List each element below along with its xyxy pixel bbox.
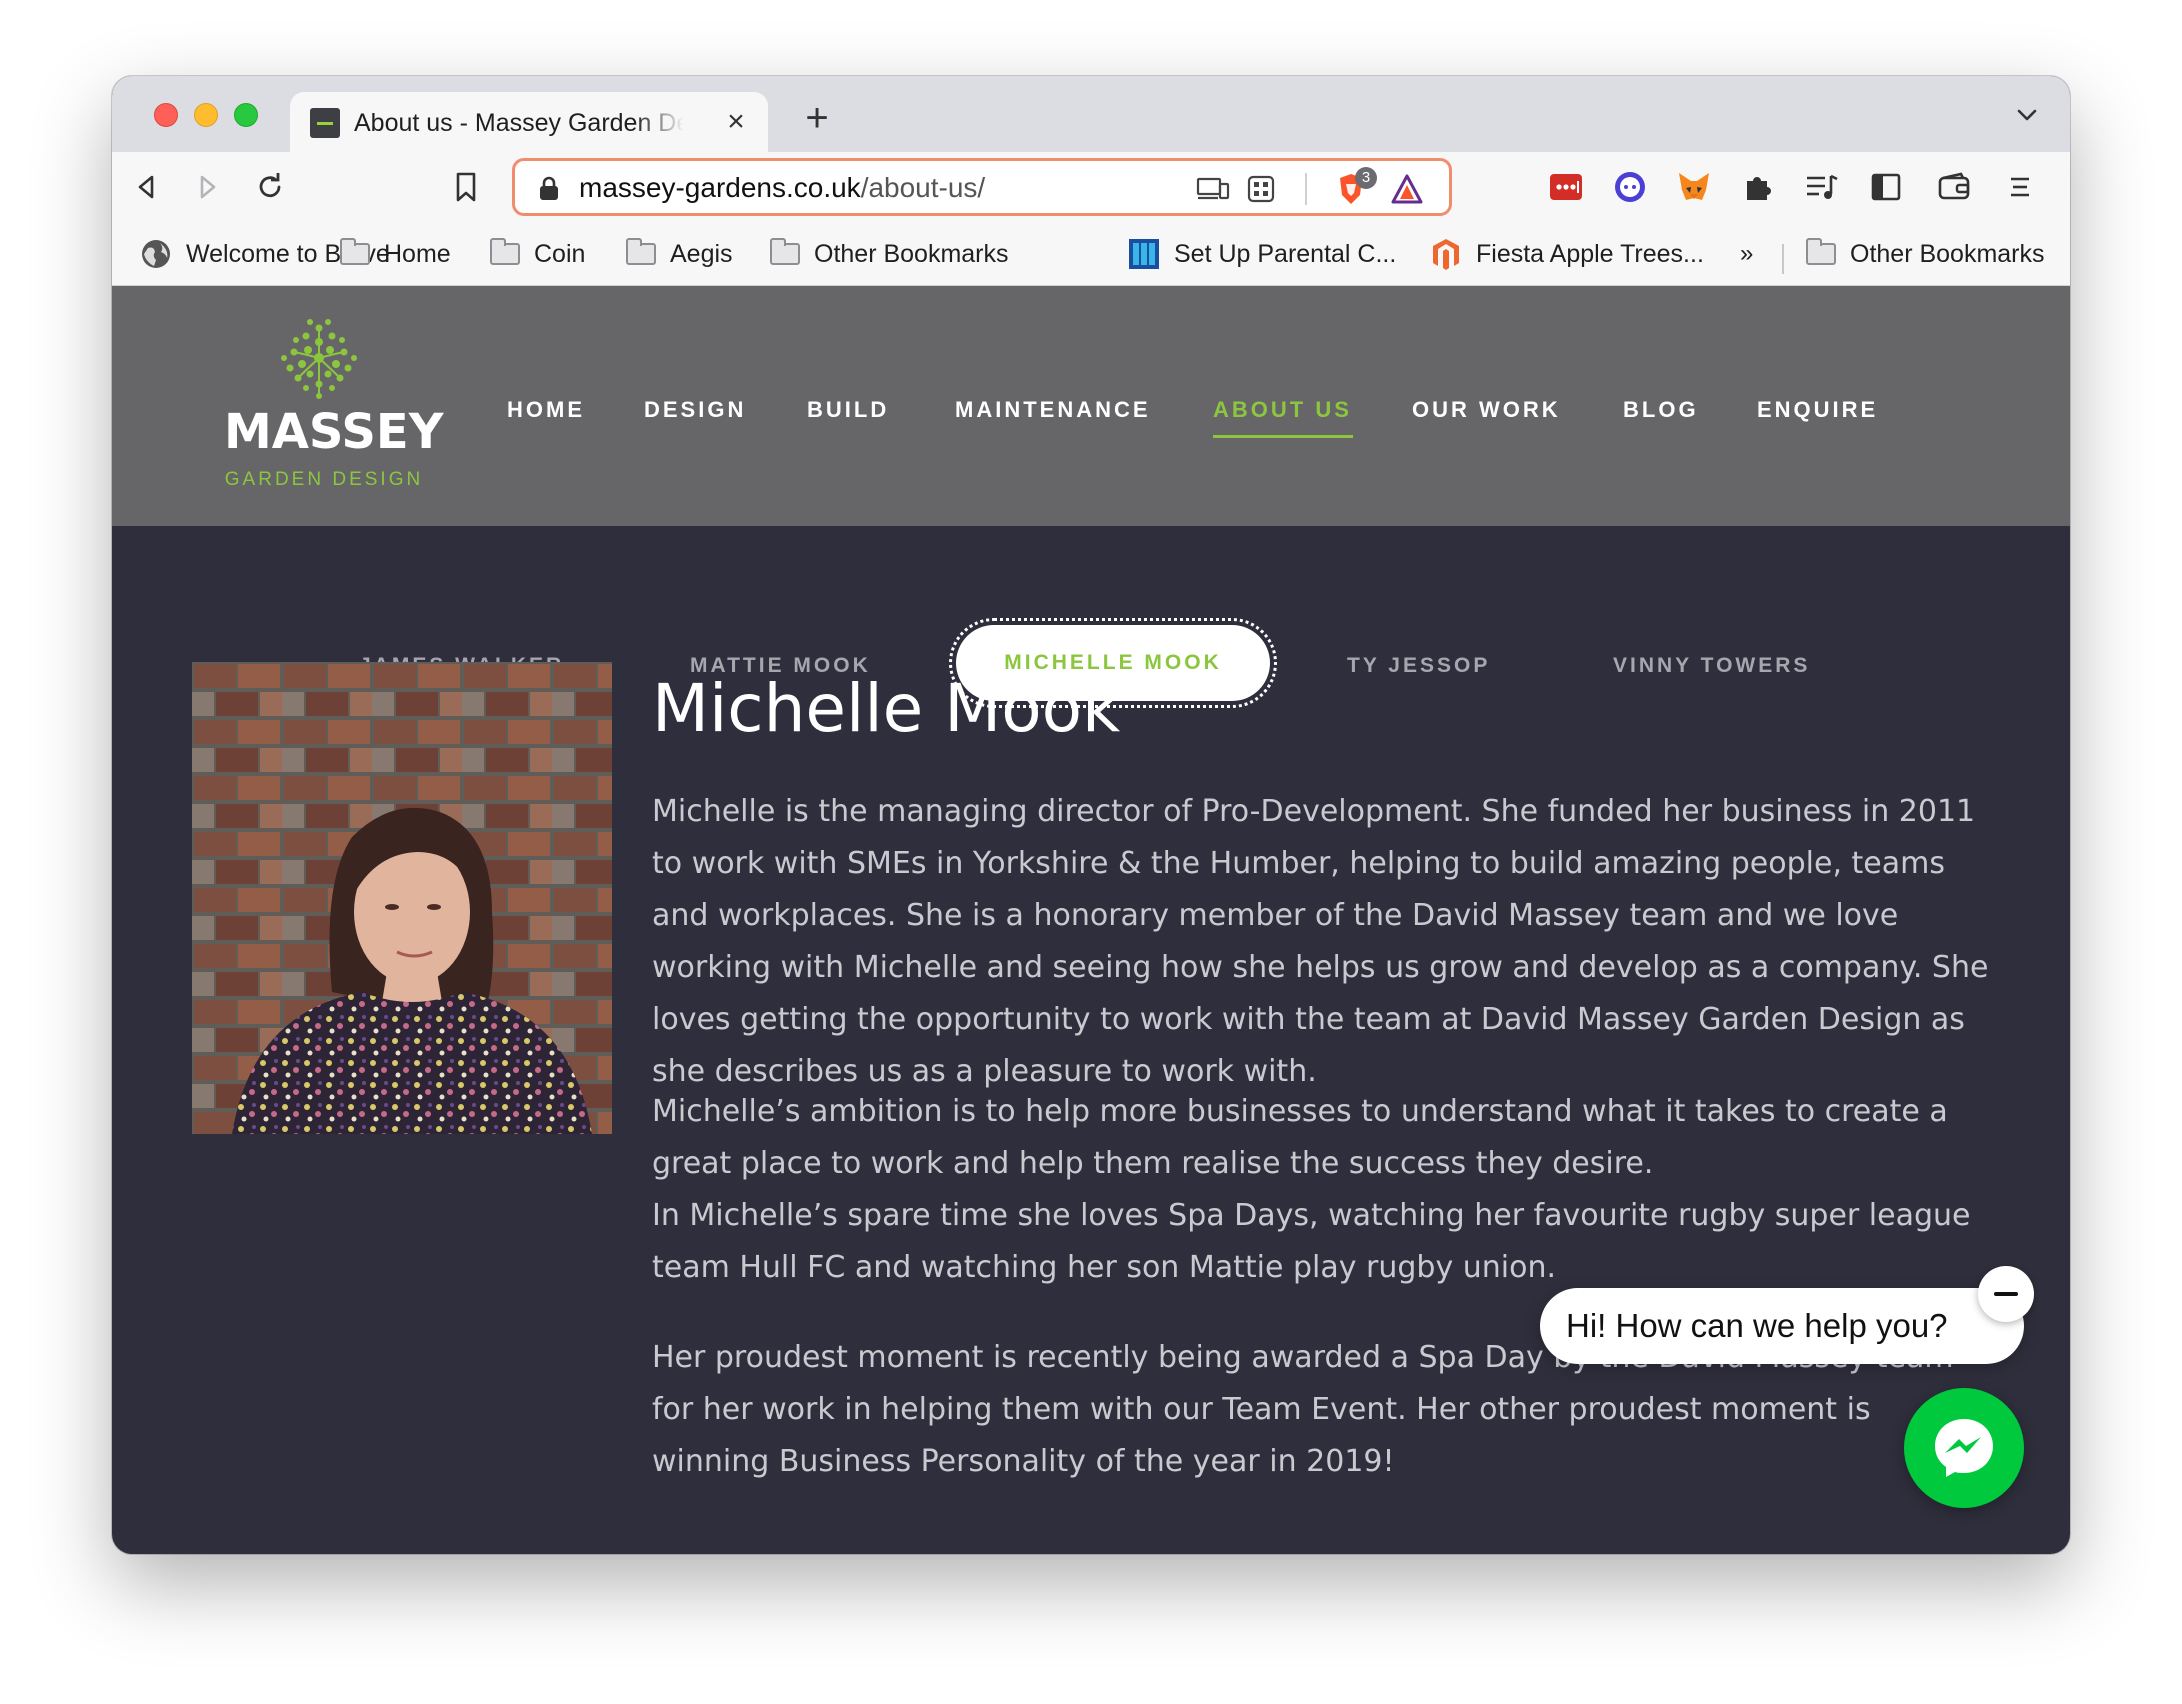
url-host: massey-gardens.co.uk xyxy=(579,172,861,203)
bookmark-page-button[interactable] xyxy=(448,169,484,205)
site-logo[interactable]: MASSEY GARDEN DESIGN xyxy=(224,314,444,504)
logo-tagline: GARDEN DESIGN xyxy=(224,469,424,490)
main-menu-icon[interactable] xyxy=(2000,167,2040,207)
folder-icon xyxy=(626,238,656,265)
nav-blog[interactable]: BLOG xyxy=(1623,397,1699,423)
zoom-window-button[interactable] xyxy=(234,103,258,127)
profile-photo xyxy=(192,662,612,1134)
nav-enquire[interactable]: ENQUIRE xyxy=(1757,397,1878,423)
bookmark-label: Home xyxy=(384,239,451,268)
bookmark-folder-other-right[interactable]: Other Bookmarks xyxy=(1806,236,2045,272)
folder-icon xyxy=(340,238,370,265)
back-icon xyxy=(138,175,154,199)
bookmark-icon xyxy=(456,172,476,202)
bookmark-fiesta[interactable]: Fiesta Apple Trees... xyxy=(1430,236,1704,272)
bookmark-folder-aegis[interactable]: Aegis xyxy=(626,236,733,272)
bookmarks-bar: Welcome to Brave Home Coin Aegis Other B… xyxy=(112,222,2070,286)
nav-design[interactable]: DESIGN xyxy=(644,397,746,423)
messenger-icon xyxy=(1935,1419,1993,1477)
site-header: MASSEY GARDEN DESIGN HOME DESIGN BUILD M… xyxy=(112,286,2070,526)
nav-about-us[interactable]: ABOUT US xyxy=(1213,397,1352,423)
extensions-puzzle-icon[interactable] xyxy=(1738,167,1778,207)
globe-icon xyxy=(142,240,170,268)
brave-rewards-icon[interactable] xyxy=(1389,171,1425,207)
bookmark-folder-other[interactable]: Other Bookmarks xyxy=(770,236,1009,272)
nav-active-underline xyxy=(1213,435,1353,438)
bookmark-label: Aegis xyxy=(670,239,733,268)
new-tab-button[interactable]: + xyxy=(797,98,837,138)
tab-title: About us - Massey Garden Design xyxy=(354,109,684,137)
forward-icon xyxy=(200,175,216,199)
bookmark-label: Fiesta Apple Trees... xyxy=(1476,239,1704,268)
media-playlist-icon[interactable] xyxy=(1802,167,1842,207)
address-bar[interactable]: massey-gardens.co.uk/about-us/ 3 xyxy=(512,158,1452,216)
team-tab-ty-jessop[interactable]: TY JESSOP xyxy=(1347,654,1490,678)
chat-dismiss-icon[interactable] xyxy=(1978,1266,2034,1322)
minimize-window-button[interactable] xyxy=(194,103,218,127)
tree-logo-icon xyxy=(281,319,357,399)
bookmark-folder-coin[interactable]: Coin xyxy=(490,236,585,272)
lock-icon[interactable] xyxy=(537,175,561,201)
bookmarks-overflow-button[interactable]: » xyxy=(1740,236,1753,272)
device-icon[interactable] xyxy=(1195,171,1231,207)
wallet-icon[interactable] xyxy=(1934,167,1974,207)
messenger-chat-button[interactable] xyxy=(1904,1388,2024,1508)
tab-close-icon[interactable]: × xyxy=(720,106,752,138)
folder-icon xyxy=(490,238,520,265)
browser-tab-active[interactable]: About us - Massey Garden Design × xyxy=(290,92,768,152)
ext-lastpass-icon[interactable] xyxy=(1546,167,1586,207)
bookmark-parental[interactable]: Set Up Parental C... xyxy=(1128,236,1396,272)
reload-button[interactable] xyxy=(252,169,288,205)
profile-name: Michelle Mook xyxy=(652,670,1121,747)
url-text[interactable]: massey-gardens.co.uk/about-us/ xyxy=(579,171,985,205)
nav-home[interactable]: HOME xyxy=(507,397,585,423)
shields-count-badge: 3 xyxy=(1355,167,1377,189)
team-tab-vinny-towers[interactable]: VINNY TOWERS xyxy=(1613,654,1810,678)
tab-search-chevron-icon[interactable] xyxy=(2012,100,2042,130)
bookmark-label: Coin xyxy=(534,239,586,268)
url-path: /about-us/ xyxy=(860,172,986,203)
bookmarks-divider xyxy=(1782,244,1784,274)
reload-icon xyxy=(259,173,281,198)
forward-button[interactable] xyxy=(190,169,226,205)
bio-paragraph-2a: Michelle’s ambition is to help more busi… xyxy=(652,1094,1948,1181)
bookmark-folder-home[interactable]: Home xyxy=(340,236,451,272)
chat-greeting-bubble[interactable]: Hi! How can we help you? xyxy=(1540,1288,2024,1364)
folder-icon xyxy=(1806,238,1836,265)
folder-icon xyxy=(770,238,800,265)
tab-strip: About us - Massey Garden Design × + xyxy=(112,76,2070,152)
parental-control-icon xyxy=(1129,239,1159,269)
sidebar-toggle-icon[interactable] xyxy=(1866,167,1906,207)
bookmark-label: Other Bookmarks xyxy=(814,239,1009,268)
bio-paragraph-1: Michelle is the managing director of Pro… xyxy=(652,794,1989,1089)
qr-code-icon[interactable] xyxy=(1243,171,1279,207)
magento-icon xyxy=(1433,239,1459,270)
site-favicon-icon xyxy=(310,108,340,138)
bookmark-label: Other Bookmarks xyxy=(1850,239,2045,268)
back-button[interactable] xyxy=(128,169,164,205)
browser-toolbar: massey-gardens.co.uk/about-us/ 3 xyxy=(112,152,2070,222)
bio-paragraph-2b: In Michelle’s spare time she loves Spa D… xyxy=(652,1198,1971,1285)
nav-maintenance[interactable]: MAINTENANCE xyxy=(955,397,1151,423)
logo-name: MASSEY xyxy=(224,404,444,460)
close-window-button[interactable] xyxy=(154,103,178,127)
nav-our-work[interactable]: OUR WORK xyxy=(1412,397,1561,423)
nav-build[interactable]: BUILD xyxy=(807,397,889,423)
ext-metamask-fox-icon[interactable] xyxy=(1674,167,1714,207)
ext-chat-bot-icon[interactable] xyxy=(1610,167,1650,207)
browser-window: About us - Massey Garden Design × + mass… xyxy=(112,76,2070,1554)
bookmark-label: Set Up Parental C... xyxy=(1174,239,1397,268)
url-divider xyxy=(1305,173,1307,205)
